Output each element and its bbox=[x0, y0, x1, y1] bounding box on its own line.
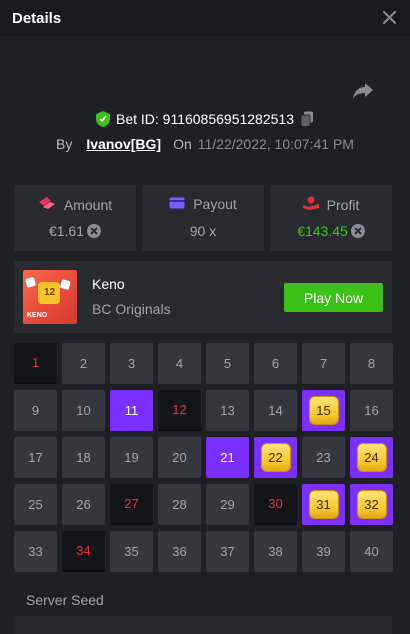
gem-icon: 31 bbox=[308, 490, 339, 519]
copy-icon[interactable] bbox=[300, 111, 314, 127]
keno-cell-8: 8 bbox=[350, 343, 393, 384]
keno-thumbnail[interactable]: 12 KENO bbox=[23, 270, 77, 324]
game-card: 12 KENO Keno BC Originals Play Now bbox=[14, 261, 392, 333]
keno-cell-14: 14 bbox=[254, 390, 297, 431]
payout-icon bbox=[169, 196, 185, 212]
bet-owner-row: By Ivanov[BG] On 11/22/2022, 10:07:41 PM bbox=[0, 134, 410, 154]
keno-cell-33: 33 bbox=[14, 531, 57, 572]
profit-card: Profit €143.45 bbox=[270, 185, 392, 251]
game-provider: BC Originals bbox=[92, 301, 171, 317]
verified-shield-icon bbox=[95, 111, 110, 127]
keno-cell-25: 25 bbox=[14, 484, 57, 525]
keno-cell-38: 38 bbox=[254, 531, 297, 572]
bet-id: Bet ID: 91160856951282513 bbox=[115, 111, 294, 127]
keno-cell-23: 23 bbox=[302, 437, 345, 478]
keno-cell-20: 20 bbox=[158, 437, 201, 478]
keno-cell-15: 15 bbox=[302, 390, 345, 431]
play-now-button[interactable]: Play Now bbox=[284, 283, 383, 312]
currency-coin-icon bbox=[87, 224, 102, 238]
keno-cell-24: 24 bbox=[350, 437, 393, 478]
keno-cell-29: 29 bbox=[206, 484, 249, 525]
payout-value: 90 x bbox=[189, 223, 217, 239]
keno-cell-39: 39 bbox=[302, 531, 345, 572]
keno-cell-19: 19 bbox=[110, 437, 153, 478]
keno-cell-21: 21 bbox=[206, 437, 249, 478]
keno-cell-16: 16 bbox=[350, 390, 393, 431]
currency-coin-icon bbox=[350, 224, 365, 238]
keno-cell-36: 36 bbox=[158, 531, 201, 572]
profit-icon bbox=[302, 196, 319, 213]
amount-value: €1.61 bbox=[48, 223, 85, 239]
keno-cell-4: 4 bbox=[158, 343, 201, 384]
keno-cell-17: 17 bbox=[14, 437, 57, 478]
keno-cell-5: 5 bbox=[206, 343, 249, 384]
profit-label: Profit bbox=[326, 196, 360, 213]
thumb-label: KENO bbox=[27, 312, 48, 319]
profit-value: €143.45 bbox=[297, 223, 348, 239]
keno-cell-27: 27 bbox=[110, 484, 153, 525]
server-seed-label: Server Seed bbox=[26, 592, 104, 608]
bet-date: 11/22/2022, 10:07:41 PM bbox=[197, 136, 354, 152]
user-link[interactable]: Ivanov[BG] bbox=[86, 136, 161, 152]
amount-icon bbox=[38, 196, 56, 213]
keno-cell-13: 13 bbox=[206, 390, 249, 431]
keno-cell-31: 31 bbox=[302, 484, 345, 525]
keno-cell-32: 32 bbox=[350, 484, 393, 525]
share-icon[interactable] bbox=[352, 82, 376, 102]
game-name: Keno bbox=[92, 276, 125, 292]
gem-icon: 32 bbox=[356, 490, 387, 519]
keno-cell-2: 2 bbox=[62, 343, 105, 384]
on-label: On bbox=[173, 136, 192, 152]
keno-cell-37: 37 bbox=[206, 531, 249, 572]
bet-stats: Amount €1.61 Payout 90 x Profit €143.45 bbox=[14, 185, 392, 251]
keno-cell-40: 40 bbox=[350, 531, 393, 572]
amount-label: Amount bbox=[63, 196, 113, 213]
keno-cell-10: 10 bbox=[62, 390, 105, 431]
server-seed-field bbox=[14, 616, 392, 634]
keno-cell-11: 11 bbox=[110, 390, 153, 431]
details-header: Details bbox=[0, 0, 410, 36]
gem-icon: 24 bbox=[356, 443, 387, 472]
keno-cell-3: 3 bbox=[110, 343, 153, 384]
keno-cell-35: 35 bbox=[110, 531, 153, 572]
gem-icon: 15 bbox=[308, 396, 339, 425]
thumb-number: 12 bbox=[44, 287, 56, 298]
keno-cell-1: 1 bbox=[14, 343, 57, 384]
payout-label: Payout bbox=[193, 196, 237, 212]
amount-card: Amount €1.61 bbox=[14, 185, 136, 251]
gem-icon: 22 bbox=[260, 443, 291, 472]
close-icon[interactable] bbox=[380, 8, 398, 26]
keno-cell-34: 34 bbox=[62, 531, 105, 572]
keno-cell-12: 12 bbox=[158, 390, 201, 431]
keno-cell-22: 22 bbox=[254, 437, 297, 478]
keno-cell-9: 9 bbox=[14, 390, 57, 431]
dialog-title: Details bbox=[12, 10, 62, 27]
keno-cell-30: 30 bbox=[254, 484, 297, 525]
payout-card: Payout 90 x bbox=[142, 185, 264, 251]
keno-cell-26: 26 bbox=[62, 484, 105, 525]
keno-cell-6: 6 bbox=[254, 343, 297, 384]
keno-cell-7: 7 bbox=[302, 343, 345, 384]
keno-cell-28: 28 bbox=[158, 484, 201, 525]
bet-id-row: Bet ID: 91160856951282513 bbox=[0, 109, 410, 129]
by-label: By bbox=[56, 136, 73, 152]
keno-cell-18: 18 bbox=[62, 437, 105, 478]
